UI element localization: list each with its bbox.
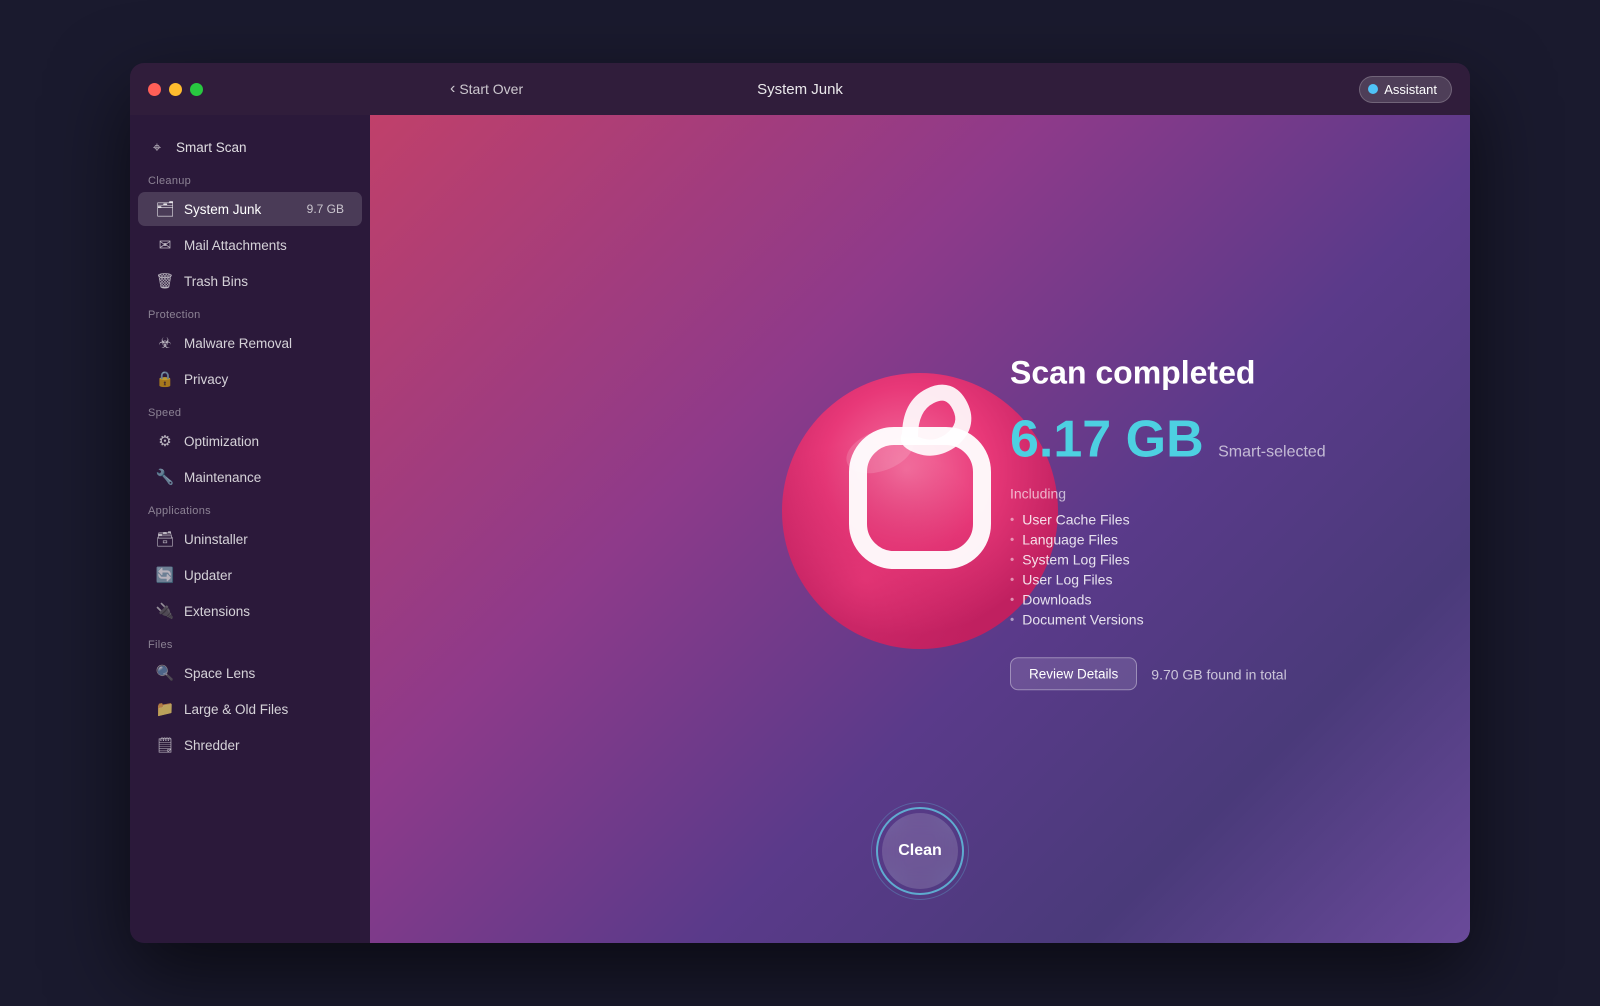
back-chevron-icon: ‹ (450, 80, 455, 98)
results-panel: Scan completed 6.17 GB Smart-selected In… (1010, 354, 1370, 690)
sidebar-item-label: Large & Old Files (184, 702, 288, 717)
sidebar-item-label: Mail Attachments (184, 238, 287, 253)
sidebar-item-label: Privacy (184, 372, 228, 387)
found-total-label: 9.70 GB found in total (1151, 666, 1286, 682)
assistant-label: Assistant (1384, 82, 1437, 97)
sidebar-item-label: Optimization (184, 434, 259, 449)
system-junk-icon: 🗂 (156, 200, 174, 218)
scan-item: Document Versions (1010, 609, 1370, 629)
sidebar-item-uninstaller[interactable]: 🗃 Uninstaller (138, 522, 362, 556)
section-cleanup: Cleanup (130, 165, 370, 191)
close-button[interactable] (148, 83, 161, 96)
sidebar-item-label: Malware Removal (184, 336, 292, 351)
scan-completed-title: Scan completed (1010, 354, 1370, 391)
scan-item: User Log Files (1010, 569, 1370, 589)
maintenance-icon: 🔧 (156, 468, 174, 486)
scan-items-list: User Cache Files Language Files System L… (1010, 509, 1370, 629)
review-details-button[interactable]: Review Details (1010, 657, 1137, 690)
scan-item: System Log Files (1010, 549, 1370, 569)
sidebar: ⌖ Smart Scan Cleanup 🗂 System Junk 9.7 G… (130, 115, 370, 943)
mail-icon: ✉ (156, 236, 174, 254)
malware-icon: ☣ (156, 334, 174, 352)
sidebar-item-label: System Junk (184, 202, 261, 217)
section-protection: Protection (130, 299, 370, 325)
smart-selected-label: Smart-selected (1218, 443, 1326, 460)
sidebar-item-malware-removal[interactable]: ☣ Malware Removal (138, 326, 362, 360)
scan-item: Downloads (1010, 589, 1370, 609)
large-files-icon: 📁 (156, 700, 174, 718)
section-files: Files (130, 629, 370, 655)
sidebar-item-label: Space Lens (184, 666, 255, 681)
system-junk-badge: 9.7 GB (307, 202, 344, 216)
scan-size: 6.17 GB (1010, 410, 1204, 468)
sidebar-item-label: Uninstaller (184, 532, 248, 547)
sidebar-item-privacy[interactable]: 🔒 Privacy (138, 362, 362, 396)
sidebar-item-smart-scan[interactable]: ⌖ Smart Scan (130, 129, 370, 165)
sidebar-item-large-old-files[interactable]: 📁 Large & Old Files (138, 692, 362, 726)
maximize-button[interactable] (190, 83, 203, 96)
sidebar-item-trash-bins[interactable]: 🗑 Trash Bins (138, 264, 362, 298)
app-body: ⌖ Smart Scan Cleanup 🗂 System Junk 9.7 G… (130, 115, 1470, 943)
smart-scan-icon: ⌖ (148, 138, 166, 156)
trash-icon: 🗑 (156, 272, 174, 290)
including-label: Including (1010, 485, 1370, 501)
back-label: Start Over (459, 81, 523, 97)
scan-size-row: 6.17 GB Smart-selected (1010, 409, 1370, 469)
sidebar-item-label: Trash Bins (184, 274, 248, 289)
app-window: ‹ Start Over System Junk Assistant ⌖ Sma… (130, 63, 1470, 943)
assistant-button[interactable]: Assistant (1359, 76, 1452, 103)
space-lens-icon: 🔍 (156, 664, 174, 682)
clean-button-container: Clean (876, 807, 964, 895)
assistant-dot-icon (1368, 84, 1378, 94)
sidebar-item-label: Maintenance (184, 470, 261, 485)
scan-item: Language Files (1010, 529, 1370, 549)
section-speed: Speed (130, 397, 370, 423)
optimization-icon: ⚙ (156, 432, 174, 450)
uninstaller-icon: 🗃 (156, 530, 174, 548)
sidebar-item-updater[interactable]: 🔄 Updater (138, 558, 362, 592)
window-title: System Junk (757, 81, 843, 98)
sidebar-item-system-junk[interactable]: 🗂 System Junk 9.7 GB (138, 192, 362, 226)
section-applications: Applications (130, 495, 370, 521)
scan-item: User Cache Files (1010, 509, 1370, 529)
sidebar-item-label: Shredder (184, 738, 240, 753)
traffic-lights (148, 83, 203, 96)
sidebar-item-label: Extensions (184, 604, 250, 619)
sidebar-item-label: Updater (184, 568, 232, 583)
clean-button-ring: Clean (876, 807, 964, 895)
sidebar-item-maintenance[interactable]: 🔧 Maintenance (138, 460, 362, 494)
minimize-button[interactable] (169, 83, 182, 96)
title-bar: ‹ Start Over System Junk Assistant (130, 63, 1470, 115)
updater-icon: 🔄 (156, 566, 174, 584)
back-button[interactable]: ‹ Start Over (450, 80, 523, 98)
main-content: Scan completed 6.17 GB Smart-selected In… (370, 115, 1470, 943)
review-row: Review Details 9.70 GB found in total (1010, 657, 1370, 690)
sidebar-smart-scan-label: Smart Scan (176, 140, 247, 155)
clean-button[interactable]: Clean (882, 813, 958, 889)
sidebar-item-extensions[interactable]: 🔌 Extensions (138, 594, 362, 628)
sidebar-item-shredder[interactable]: 🗒 Shredder (138, 728, 362, 762)
sidebar-item-space-lens[interactable]: 🔍 Space Lens (138, 656, 362, 690)
shredder-icon: 🗒 (156, 736, 174, 754)
privacy-icon: 🔒 (156, 370, 174, 388)
sidebar-item-optimization[interactable]: ⚙ Optimization (138, 424, 362, 458)
extensions-icon: 🔌 (156, 602, 174, 620)
sidebar-item-mail-attachments[interactable]: ✉ Mail Attachments (138, 228, 362, 262)
